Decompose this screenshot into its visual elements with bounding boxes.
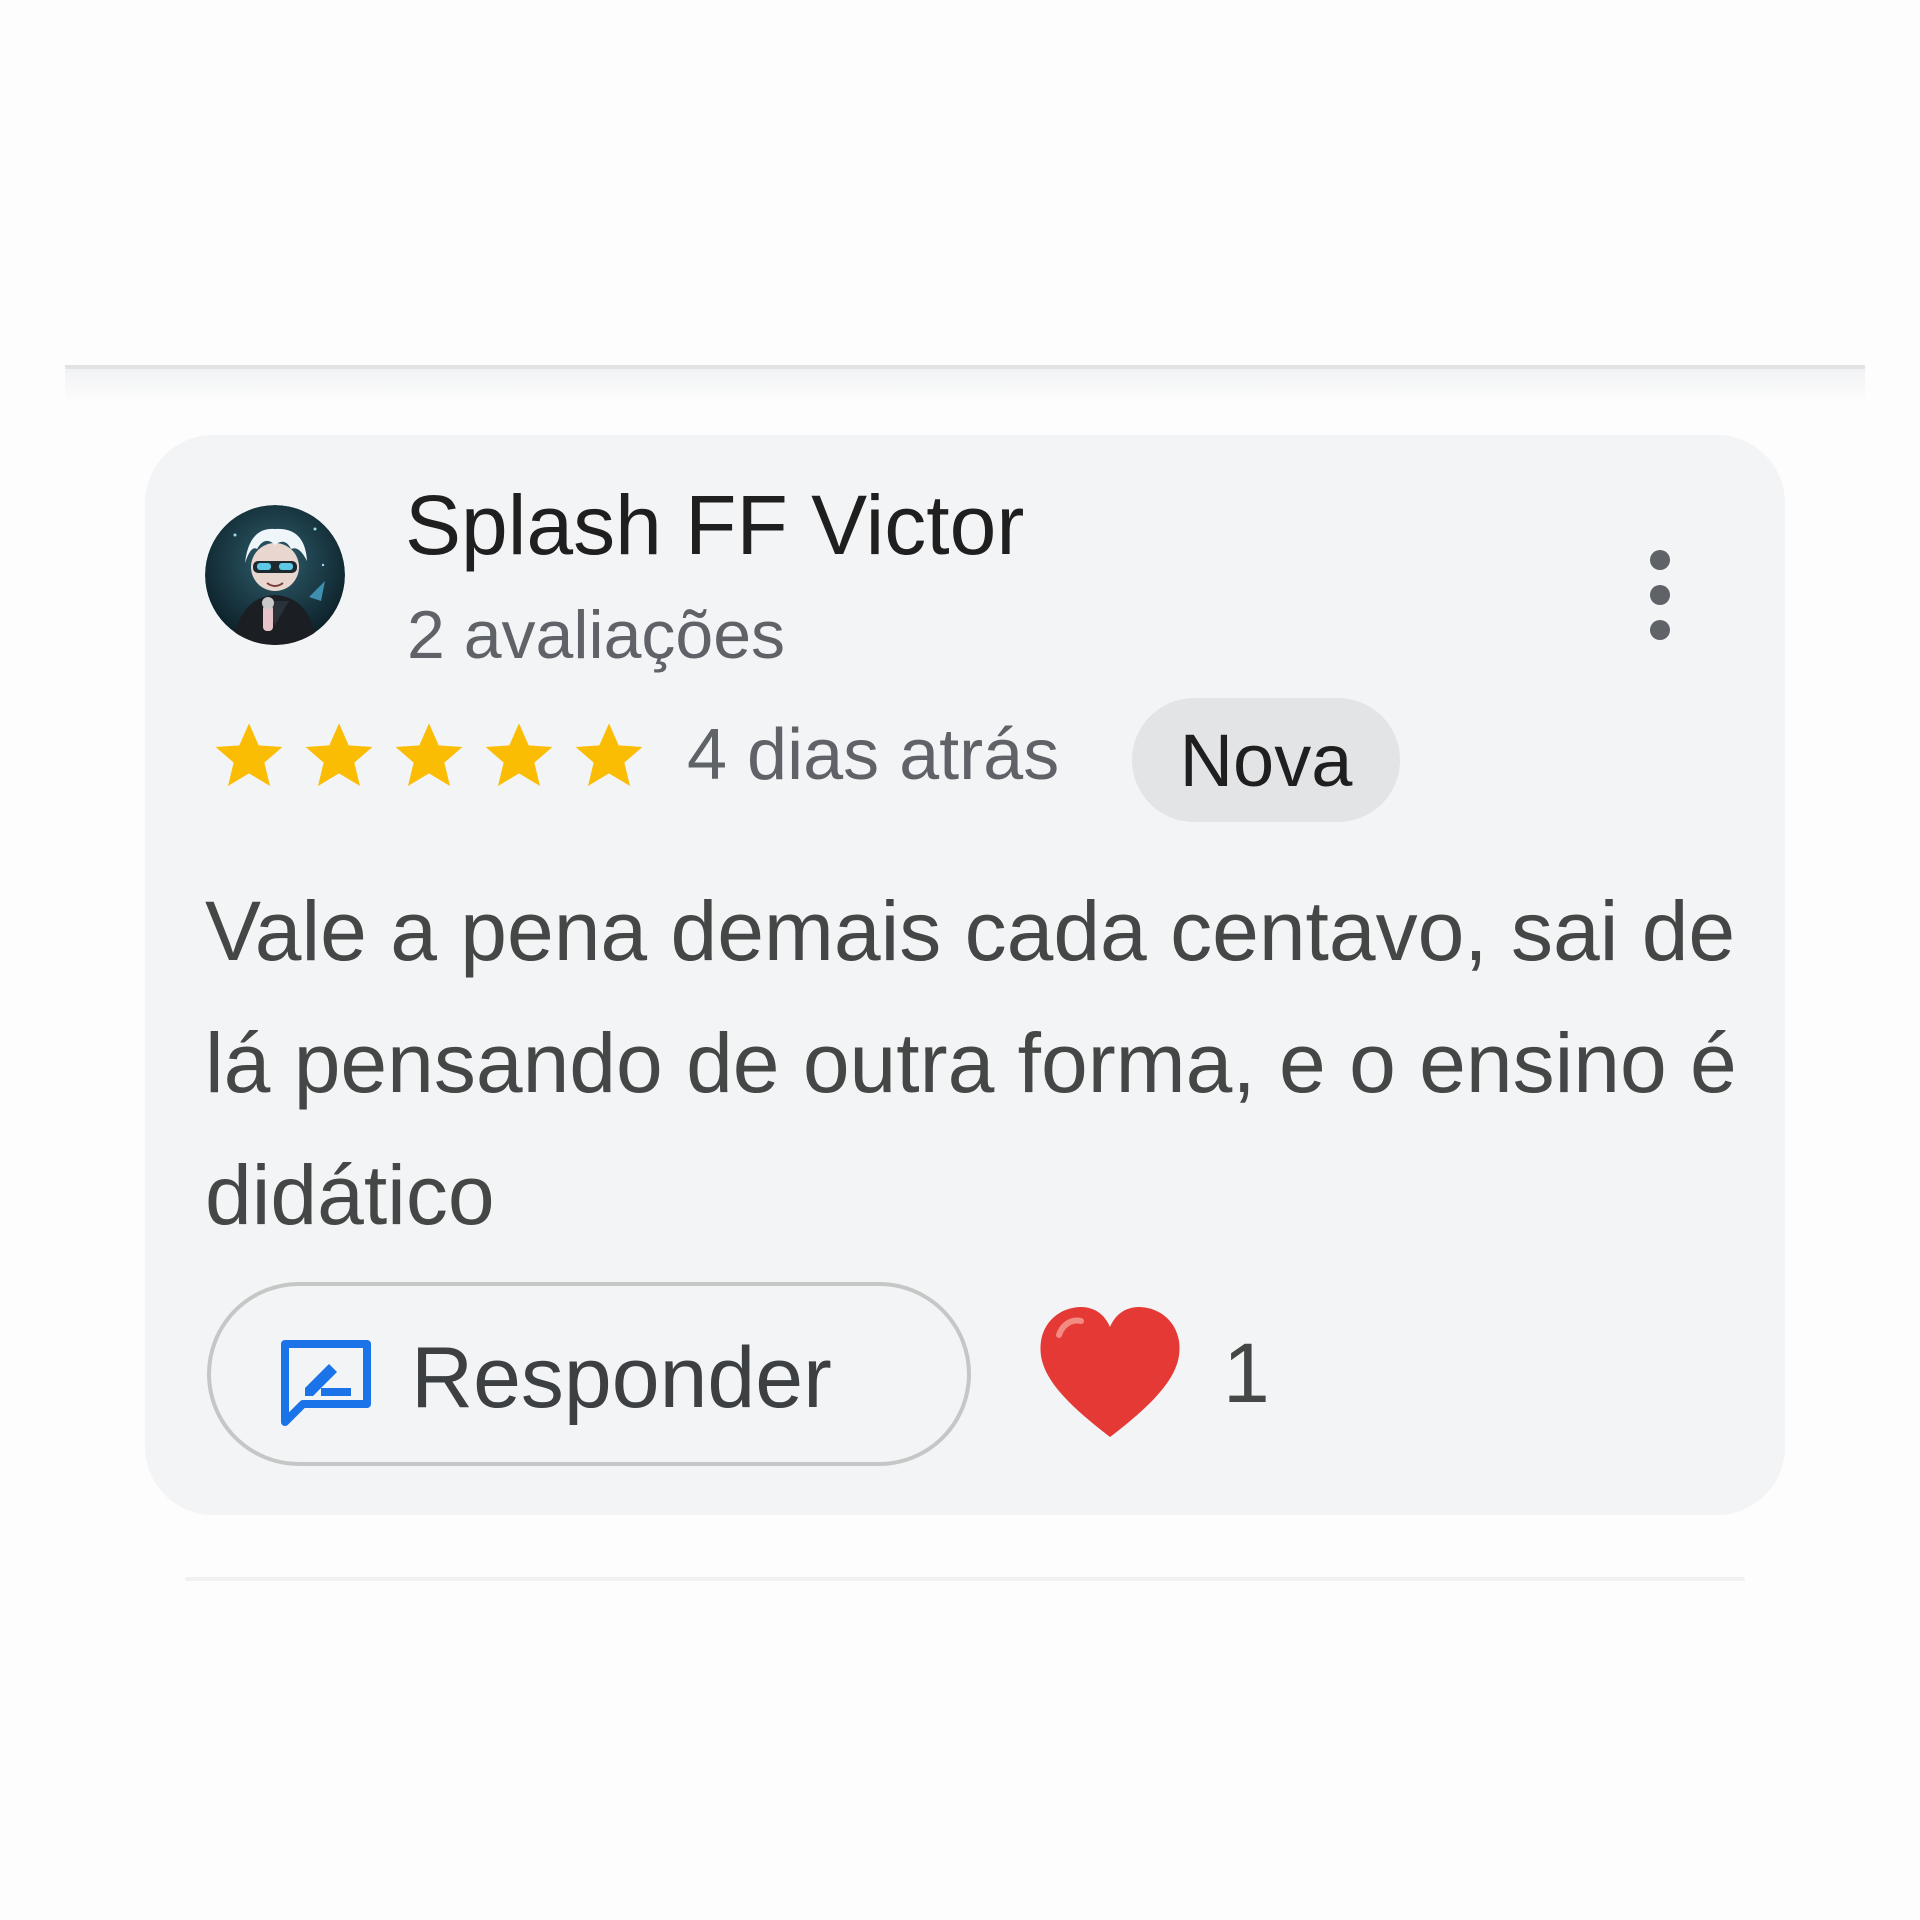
- author-review-count: 2 avaliações: [407, 597, 786, 673]
- star-icon: [305, 723, 373, 786]
- like-count: 1: [1223, 1326, 1270, 1420]
- top-shadow: [65, 369, 1865, 403]
- review-text: Vale a pena demais cada centavo, sai de …: [205, 884, 1737, 1242]
- star-icon: [395, 723, 463, 786]
- star-icon: [575, 723, 643, 786]
- bottom-divider: [185, 1577, 1745, 1581]
- reply-button[interactable]: Responder: [207, 1282, 971, 1466]
- avatar-image: [205, 505, 345, 645]
- more-vert-icon: [1650, 550, 1670, 570]
- star-icon: [485, 723, 553, 786]
- review-card: Splash FF Victor 2 avaliações 4 dias atr…: [145, 435, 1785, 1515]
- new-badge: Nova: [1132, 698, 1400, 822]
- heart-icon[interactable]: [1035, 1303, 1185, 1443]
- review-date: 4 dias atrás: [687, 715, 1060, 795]
- author-name[interactable]: Splash FF Victor: [405, 475, 1024, 575]
- reply-label: Responder: [411, 1330, 832, 1426]
- reply-icon: [281, 1340, 371, 1426]
- avatar[interactable]: [205, 505, 345, 645]
- page: Splash FF Victor 2 avaliações 4 dias atr…: [0, 0, 1920, 1920]
- star-rating: [205, 715, 653, 795]
- more-options-button[interactable]: [1635, 550, 1685, 640]
- star-icon: [215, 723, 283, 786]
